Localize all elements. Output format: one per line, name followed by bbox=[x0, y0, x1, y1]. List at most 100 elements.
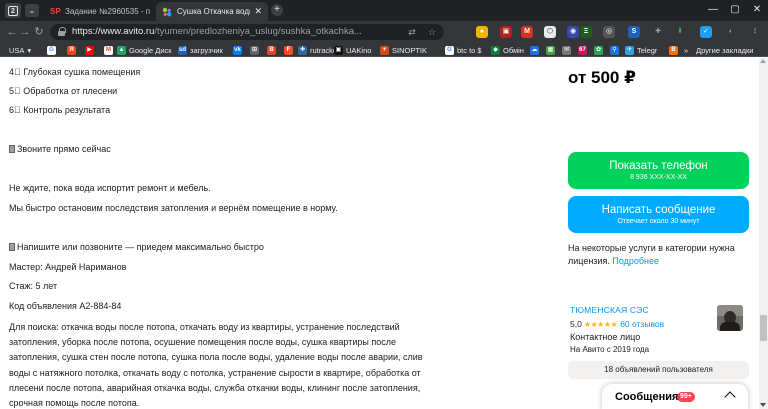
more-link[interactable]: Подробнее bbox=[612, 256, 659, 266]
chevron-right-icon: » bbox=[684, 45, 689, 55]
tab-counter: 2 bbox=[8, 6, 18, 16]
lock-icon bbox=[58, 27, 66, 36]
bookmarks-more-chevron[interactable]: » bbox=[684, 44, 688, 56]
bookmark-yandex[interactable]: Я bbox=[67, 44, 76, 56]
bookmark-location[interactable]: ⚲ bbox=[610, 44, 619, 56]
call-now-line: Звоните прямо сейчас bbox=[9, 143, 111, 155]
forward-arrow-icon[interactable]: → bbox=[18, 25, 32, 39]
bookmark-youtube[interactable]: ▶ bbox=[85, 44, 94, 56]
bookmark-mail[interactable]: ✉ bbox=[562, 44, 571, 56]
flower-icon: ✿ bbox=[594, 45, 603, 55]
scroll-up-icon[interactable] bbox=[760, 59, 766, 63]
bookmark-b[interactable]: B bbox=[267, 44, 276, 56]
other-bookmarks-folder[interactable]: Другие закладки bbox=[696, 44, 753, 56]
close-window-icon[interactable]: ✕ bbox=[748, 3, 766, 17]
avito-favicon-icon bbox=[162, 7, 172, 17]
extension-icon[interactable]: ✓ bbox=[700, 26, 712, 38]
bookmark-gmail[interactable]: M bbox=[104, 44, 113, 56]
uakino-icon: ▣ bbox=[334, 45, 343, 55]
menu-dots-icon[interactable]: ⋮ bbox=[749, 26, 761, 38]
bookmark-uakino[interactable]: ▣ UAKino bbox=[334, 44, 371, 56]
bookmark-blogger[interactable]: B bbox=[669, 44, 678, 56]
tab-search-chevron-icon[interactable]: ⌄ bbox=[25, 4, 39, 17]
extension-icon[interactable]: ⬡ bbox=[544, 26, 556, 38]
license-note: На некоторые услуги в категории нужна ли… bbox=[568, 243, 735, 266]
extension-icon[interactable]: ▣ bbox=[500, 26, 512, 38]
show-phone-label: Показать телефон bbox=[609, 160, 708, 172]
scroll-down-icon[interactable] bbox=[760, 403, 766, 407]
bookmark-sinoptik[interactable]: ☀ SINOPTIK bbox=[380, 44, 427, 56]
seller-name-link[interactable]: ТЮМЕНСКАЯ СЭС bbox=[570, 305, 649, 315]
scroll-thumb[interactable] bbox=[760, 315, 767, 341]
seller-avatar[interactable] bbox=[717, 305, 743, 331]
unread-badge: 99+ bbox=[677, 392, 695, 402]
phone-emoji-icon bbox=[9, 145, 15, 153]
seller-since: На Авито с 2019 года bbox=[570, 345, 650, 354]
close-tab-icon[interactable]: ✕ bbox=[254, 6, 262, 17]
chevron-up-icon[interactable] bbox=[722, 387, 738, 403]
extension-icon[interactable]: ◉ bbox=[567, 26, 579, 38]
extension-icon[interactable]: ◎ bbox=[603, 26, 615, 38]
bookmark-obmin[interactable]: ◆ Обмін bbox=[491, 44, 524, 56]
tab-counter-button[interactable]: 2 bbox=[5, 3, 21, 18]
messages-widget[interactable]: Сообщения 99+ bbox=[602, 384, 748, 409]
tab-avito-active[interactable]: Сушка Откачка воды п ✕ bbox=[156, 2, 268, 21]
experience: Стаж: 5 лет bbox=[9, 281, 58, 291]
tab-task[interactable]: SP Задание №2960535 - про bbox=[44, 2, 156, 21]
search-keywords: Для поиска: откачка воды после потопа, о… bbox=[9, 322, 423, 409]
back-arrow-icon[interactable]: ← bbox=[5, 25, 19, 39]
b-icon: B bbox=[267, 45, 276, 55]
caret-down-icon: ▾ bbox=[27, 45, 32, 55]
step-4: 4⃣ Глубокая сушка помещения bbox=[9, 67, 141, 77]
bookmarks-bar: USA ▾ G Я ▶ M ▲ Google Диск sd загрузчик vk… bbox=[0, 43, 768, 57]
bookmark-f[interactable]: F bbox=[284, 44, 293, 56]
bookmark-cloud[interactable]: ☁ bbox=[530, 44, 539, 56]
bookmark-flower[interactable]: ✿ bbox=[594, 44, 603, 56]
puzzle-extensions-icon[interactable]: ✚ bbox=[652, 26, 664, 38]
write-message-button[interactable]: Написать сообщение Отвечает около 30 мин… bbox=[568, 196, 749, 233]
reload-icon[interactable]: ↻ bbox=[32, 25, 46, 39]
step-6: 6⃣ Контроль результата bbox=[9, 105, 111, 115]
minimize-icon[interactable]: — bbox=[704, 3, 722, 17]
rating-stars-icon: ★★★★★ bbox=[583, 320, 618, 329]
reviews-link[interactable]: 60 отзывов bbox=[620, 319, 664, 329]
sinoptik-icon: ☀ bbox=[380, 45, 389, 55]
bookmark-star-icon[interactable]: ☆ bbox=[426, 26, 438, 38]
bookmark-67[interactable]: 67 bbox=[578, 44, 587, 56]
bookmark-sheet[interactable]: ▦ bbox=[546, 44, 555, 56]
extension-icon[interactable]: ● bbox=[476, 26, 488, 38]
download-icon[interactable]: ⬇ bbox=[674, 26, 686, 38]
mail-icon: ✉ bbox=[562, 45, 571, 55]
extension-icon[interactable]: M bbox=[521, 26, 533, 38]
price: от 500 ₽ bbox=[568, 68, 636, 87]
yandex-icon: Я bbox=[67, 45, 76, 55]
blogger-icon: B bbox=[669, 45, 678, 55]
show-phone-button[interactable]: Показать телефон 8 936 XXX-XX-XX bbox=[568, 152, 749, 189]
master-name: Мастер: Андрей Нариманов bbox=[9, 262, 127, 272]
sp-favicon-icon: SP bbox=[50, 6, 61, 16]
user-ads-count-button[interactable]: 18 объявлений пользователя bbox=[568, 361, 749, 379]
new-tab-button[interactable]: + bbox=[271, 4, 283, 16]
bookmark-grid[interactable]: ⊞ bbox=[250, 44, 259, 56]
tab-title: Задание №2960535 - про bbox=[65, 7, 150, 16]
profile-icon[interactable]: ◐ bbox=[725, 26, 737, 38]
maximize-icon[interactable]: ▢ bbox=[726, 3, 744, 17]
bookmark-telegram[interactable]: ✈ Telegr bbox=[625, 44, 657, 56]
extension-icon[interactable]: S bbox=[628, 26, 640, 38]
extension-icon[interactable]: Ξ bbox=[580, 26, 592, 38]
page-scrollbar[interactable] bbox=[759, 58, 768, 409]
translate-icon[interactable]: ⇄ bbox=[406, 26, 418, 38]
bookmark-downloader[interactable]: sd загрузчик bbox=[178, 44, 223, 56]
toolbar: ← → ↻ https://www.avito.ru/tyumen/predlo… bbox=[0, 21, 768, 43]
bookmark-usa-folder[interactable]: USA ▾ bbox=[9, 44, 31, 56]
bookmark-google[interactable]: G bbox=[47, 44, 56, 56]
response-time: Отвечает около 30 минут bbox=[617, 218, 700, 225]
url-text[interactable]: https://www.avito.ru/tyumen/predlozheniy… bbox=[72, 26, 362, 38]
bookmark-vk[interactable]: vk bbox=[233, 44, 242, 56]
bookmark-btc[interactable]: Gbtc to $ bbox=[445, 44, 482, 56]
message-emoji-icon bbox=[9, 243, 15, 251]
cloud-icon: ☁ bbox=[530, 45, 539, 55]
address-bar[interactable]: https://www.avito.ru/tyumen/predlozheniy… bbox=[50, 24, 444, 40]
gmail-icon: M bbox=[104, 45, 113, 55]
bookmark-google-drive[interactable]: ▲ Google Диск bbox=[117, 44, 172, 56]
